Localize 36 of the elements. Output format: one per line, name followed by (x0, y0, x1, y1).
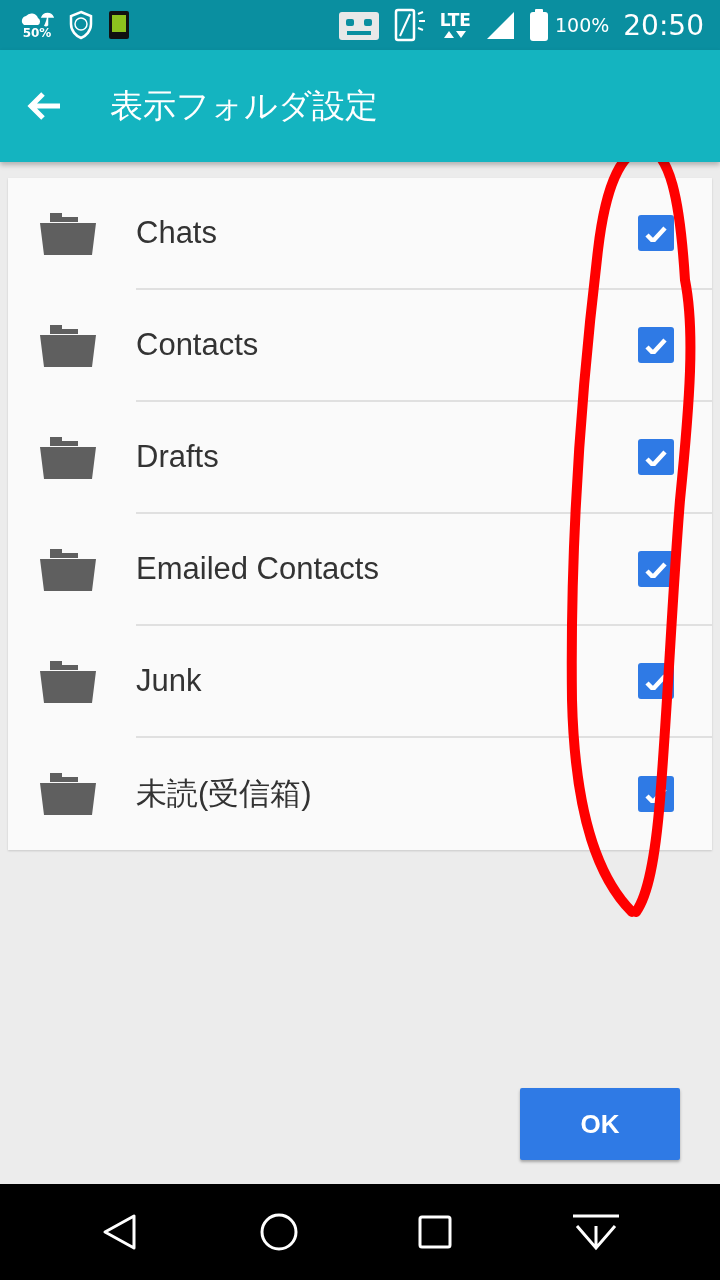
checkbox[interactable] (638, 327, 674, 363)
checkbox[interactable] (638, 439, 674, 475)
phone-icon (108, 10, 130, 40)
folder-name: Emailed Contacts (136, 551, 379, 587)
battery-percent: 100% (554, 14, 610, 36)
folder-name: Drafts (136, 439, 219, 475)
check-icon (645, 336, 667, 354)
folder-icon (40, 773, 96, 815)
hide-bar-icon[interactable] (570, 1212, 621, 1252)
voicemail-icon (337, 10, 380, 40)
shield-icon (68, 10, 94, 40)
clock: 20:50 (623, 8, 704, 42)
recent-apps-icon[interactable] (417, 1215, 452, 1249)
folder-icon (40, 437, 96, 479)
check-icon (645, 448, 667, 466)
folder-name: Contacts (136, 327, 259, 363)
checkbox[interactable] (638, 551, 674, 587)
weather-percent: 50% (22, 26, 52, 40)
home-icon[interactable] (258, 1212, 299, 1252)
battery-icon (528, 9, 549, 41)
checkbox[interactable] (638, 215, 674, 251)
check-icon (645, 560, 667, 578)
data-arrows-icon (442, 29, 469, 39)
folder-icon (40, 661, 96, 703)
network-type: LTE (439, 11, 471, 29)
folder-name: Chats (136, 215, 217, 251)
folder-name: Junk (136, 663, 202, 699)
folder-icon (40, 325, 96, 367)
screen-rotate-icon (393, 8, 426, 42)
folder-icon (40, 549, 96, 591)
check-icon (645, 224, 667, 242)
weather-icon (20, 10, 54, 27)
folder-icon (40, 213, 96, 255)
screen-title: 表示フォルダ設定 (110, 84, 378, 127)
ok-button[interactable]: OK (520, 1088, 680, 1160)
folder-name: 未読(受信箱) (136, 775, 312, 813)
